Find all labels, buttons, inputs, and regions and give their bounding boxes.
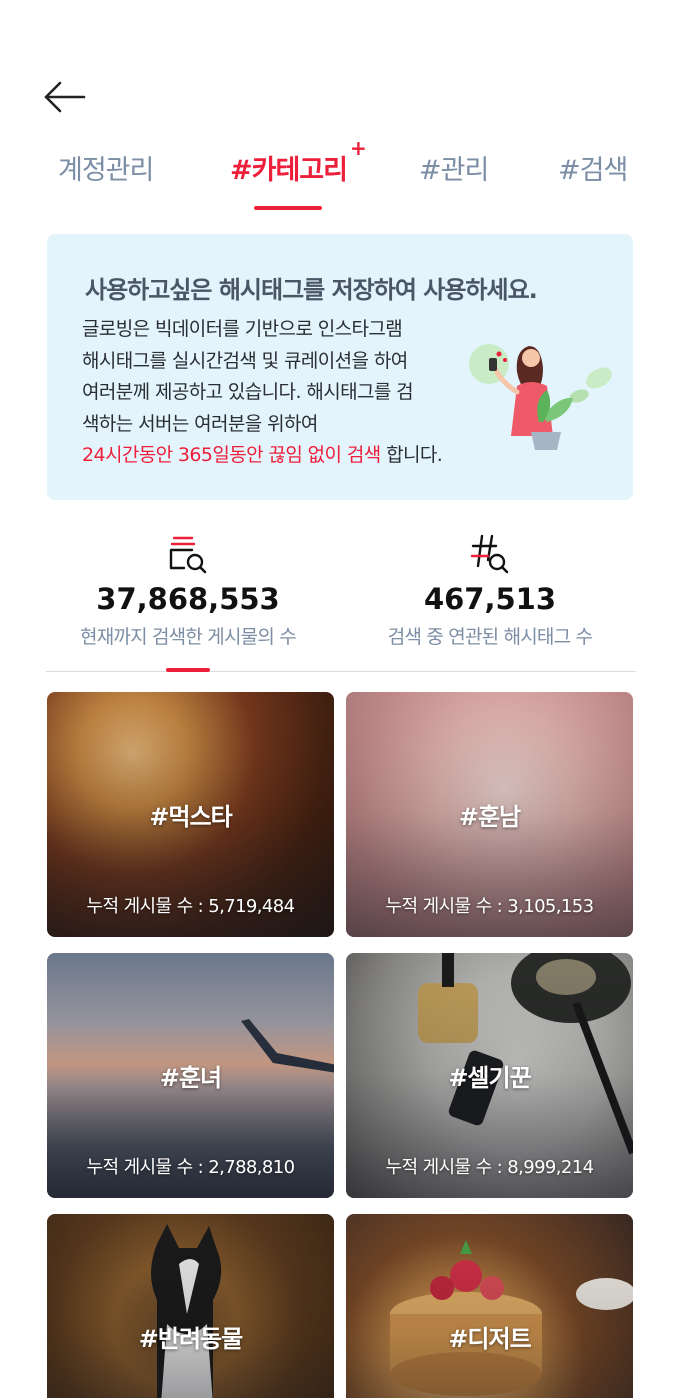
stat-hashtags-label: 검색 중 연관된 해시태그 수 [387,626,593,648]
category-card-mukstar[interactable]: #먹스타 누적 게시물 수 : 5,719,484 [47,692,334,937]
info-line: 색하는 서버는 여러분을 위하여 [82,412,318,435]
tab-bar: 계정관리 #카테고리 + #관리 #검색 [0,136,680,220]
category-count: 누적 게시물 수 : 3,105,153 [385,896,595,917]
category-count: 누적 게시물 수 : 5,719,484 [86,896,296,917]
arrow-left-icon [44,81,86,113]
info-highlight: 24시간동안 365일동안 끊임 없이 검색 [82,444,381,466]
info-line: 글로빙은 빅데이터를 기반으로 인스타그램 [82,318,403,340]
category-tag: #훈남 [458,803,521,831]
category-tag: #반려동물 [138,1325,243,1353]
category-card-pets[interactable]: #반려동물 [47,1214,334,1398]
stat-posts-label: 현재까지 검색한 게시물의 수 [80,626,297,648]
back-button[interactable] [40,78,90,116]
info-title: 사용하고싶은 해시태그를 저장하여 사용하세요. [85,276,538,304]
tab-account[interactable]: 계정관리 [58,148,154,187]
category-card-hunnyeo[interactable]: #훈녀 누적 게시물 수 : 2,788,810 [47,953,334,1198]
category-count: 누적 게시물 수 : 2,788,810 [86,1157,296,1178]
active-tab-indicator [254,206,322,210]
category-tag: #훈녀 [159,1064,222,1092]
info-banner: 사용하고싶은 해시태그를 저장하여 사용하세요. 글로빙은 빅데이터를 기반으로… [47,234,633,500]
info-line: 해시태그를 실시간검색 및 큐레이션을 하여 [82,349,408,372]
posts-search-icon [169,536,207,574]
stats-indicator [166,668,210,672]
info-suffix: 합니다. [380,444,443,466]
tab-new-badge: + [350,136,367,160]
info-line: 여러분께 제공하고 있습니다. 해시태그를 검 [82,381,414,403]
category-card-selkikkun[interactable]: #셀기꾼 누적 게시물 수 : 8,999,214 [346,953,633,1198]
stat-posts: 37,868,553 현재까지 검색한 게시물의 수 [18,530,358,649]
hashtag-search-icon [470,534,509,574]
tab-category[interactable]: #카테고리 [230,148,348,187]
info-description: 글로빙은 빅데이터를 기반으로 인스타그램 해시태그를 실시간검색 및 큐레이션… [82,314,502,472]
stat-hashtags-value: 467,513 [423,582,557,616]
category-tag: #셀기꾼 [448,1064,531,1092]
stat-posts-value: 37,868,553 [96,582,280,616]
category-count: 누적 게시물 수 : 8,999,214 [385,1157,595,1178]
category-tag: #디저트 [448,1325,531,1353]
category-card-dessert[interactable]: #디저트 [346,1214,633,1398]
category-tag: #먹스타 [149,803,232,831]
woman-with-phone-illustration [469,344,612,450]
info-line: 24시간동안 365일동안 끊임 없이 검색 합니다. [82,440,502,472]
category-card-hunnam[interactable]: #훈남 누적 게시물 수 : 3,105,153 [346,692,633,937]
stat-hashtags: 467,513 검색 중 연관된 해시태그 수 [320,530,660,649]
stats-section: 37,868,553 현재까지 검색한 게시물의 수 467,513 검색 중 … [0,530,680,672]
tab-search[interactable]: #검색 [558,148,628,187]
tab-manage[interactable]: #관리 [419,148,489,187]
stats-divider [46,671,636,672]
